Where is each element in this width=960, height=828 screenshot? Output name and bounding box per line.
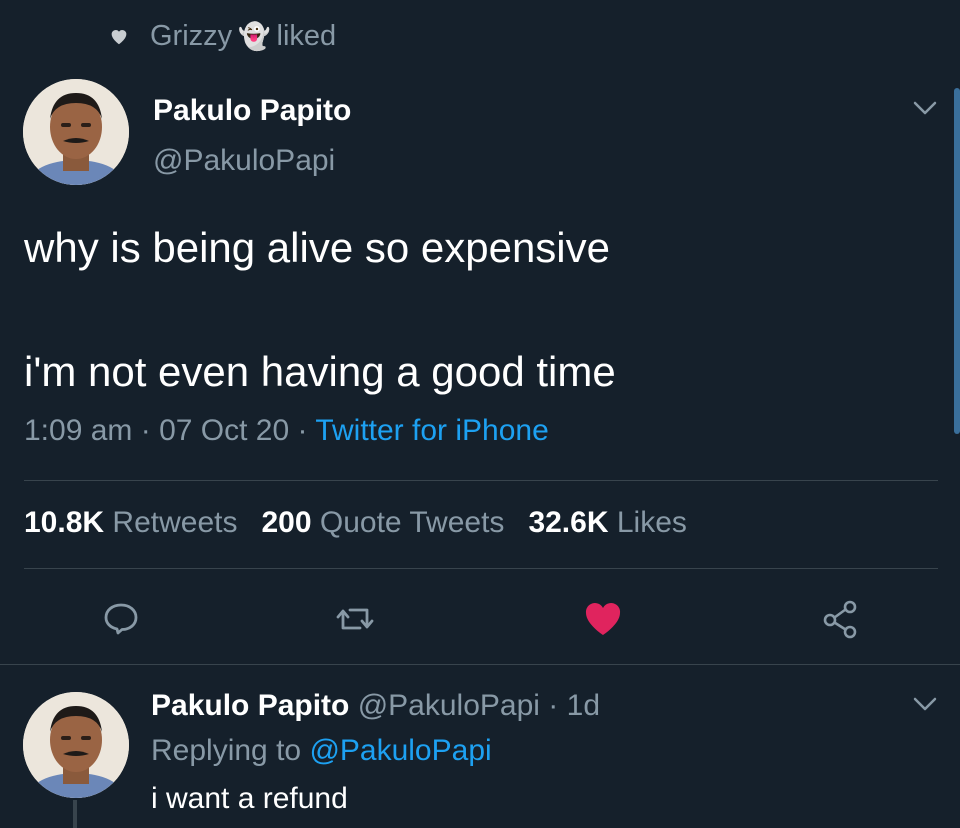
ghost-emoji-icon: 👻 (238, 20, 271, 51)
heart-filled-icon[interactable] (582, 598, 624, 640)
tweet-detail-screen: Grizzy 👻 liked Pakulo Papito @PakuloPapi… (0, 0, 960, 828)
retweets-count: 10.8K (24, 506, 105, 539)
divider (0, 664, 960, 665)
reply-icon[interactable] (100, 598, 142, 640)
reply-header: Pakulo Papito @PakuloPapi · 1d (151, 689, 600, 723)
tweet-text-line-2: i'm not even having a good time (24, 348, 616, 395)
author-handle[interactable]: @PakuloPapi (153, 144, 335, 178)
likes-count: 32.6K (528, 506, 609, 539)
tweet-time: 1:09 am (24, 414, 133, 447)
likes-label: Likes (616, 506, 687, 539)
retweet-icon[interactable] (334, 598, 376, 640)
meta-separator: · (140, 414, 151, 447)
reply-age: 1d (566, 689, 601, 722)
quote-tweets-stat[interactable]: 200 Quote Tweets (261, 506, 504, 539)
share-icon[interactable] (820, 598, 862, 640)
replying-to-line: Replying to @PakuloPapi (151, 734, 492, 768)
engagement-stats: 10.8K Retweets 200 Quote Tweets 32.6K Like… (24, 506, 687, 540)
liked-by-user[interactable]: Grizzy (150, 20, 232, 53)
reply-handle[interactable]: @PakuloPapi (358, 689, 540, 722)
divider (24, 568, 938, 569)
chevron-down-icon[interactable] (911, 98, 939, 118)
reply-display-name[interactable]: Pakulo Papito (151, 689, 349, 722)
meta-separator: · (297, 414, 308, 447)
replying-to-handle[interactable]: @PakuloPapi (309, 734, 491, 767)
retweets-stat[interactable]: 10.8K Retweets (24, 506, 237, 539)
tweet-text-line-1: why is being alive so expensive (24, 224, 610, 271)
person-avatar-icon (23, 692, 129, 798)
reply-chevron-down-icon[interactable] (911, 694, 939, 714)
replying-to-label: Replying to (151, 734, 302, 767)
reply-separator: · (548, 689, 559, 722)
scrollbar-thumb[interactable] (954, 88, 960, 434)
tweet-date: 07 Oct 20 (159, 414, 290, 447)
person-avatar-icon (23, 79, 129, 185)
thread-connector (73, 800, 77, 828)
quote-tweets-label: Quote Tweets (319, 506, 505, 539)
retweets-label: Retweets (112, 506, 238, 539)
reply-text: i want a refund (151, 782, 348, 815)
author-display-name[interactable]: Pakulo Papito (153, 94, 351, 128)
tweet-meta: 1:09 am · 07 Oct 20 · Twitter for iPhone (24, 414, 549, 448)
liked-action-label: liked (276, 19, 337, 52)
heart-small-icon (111, 30, 127, 45)
likes-stat[interactable]: 32.6K Likes (528, 506, 686, 539)
quote-tweets-count: 200 (261, 506, 312, 539)
divider (24, 480, 938, 481)
reply-author-avatar[interactable] (23, 692, 129, 798)
author-avatar[interactable] (23, 79, 129, 185)
tweet-source-link[interactable]: Twitter for iPhone (315, 414, 548, 447)
social-context-banner: Grizzy 👻 liked (108, 18, 336, 54)
